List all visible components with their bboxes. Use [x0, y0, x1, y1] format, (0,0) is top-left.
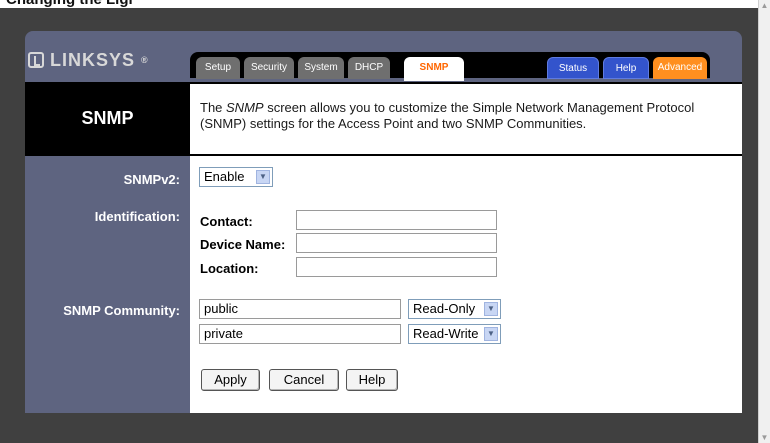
- page-top-strip: Changing the Ligi: [0, 0, 759, 8]
- description-after: screen allows you to customize the Simpl…: [200, 100, 695, 131]
- device-name-field[interactable]: [296, 233, 497, 253]
- location-label: Location:: [200, 261, 259, 276]
- scroll-down-icon[interactable]: ▼: [759, 432, 770, 443]
- cancel-button[interactable]: Cancel: [269, 369, 339, 391]
- tab-advanced[interactable]: Advanced: [653, 57, 707, 79]
- community-private-input[interactable]: private: [199, 324, 401, 344]
- label-column: [25, 154, 190, 413]
- tab-status[interactable]: Status: [547, 57, 599, 79]
- snmp-community-label: SNMP Community:: [63, 303, 180, 318]
- tab-snmp[interactable]: SNMP: [404, 57, 464, 81]
- tab-dhcp[interactable]: DHCP: [348, 57, 390, 79]
- apply-button[interactable]: Apply: [201, 369, 260, 391]
- page-title: SNMP: [81, 107, 134, 128]
- logo-text: LINKSYS: [50, 49, 136, 70]
- linksys-logo-icon: [28, 52, 44, 68]
- vertical-scrollbar[interactable]: ▲ ▼: [758, 0, 770, 443]
- community-public-input[interactable]: public: [199, 299, 401, 319]
- snmpv2-label: SNMPv2:: [123, 172, 180, 187]
- device-name-label: Device Name:: [200, 237, 286, 252]
- tab-security[interactable]: Security: [244, 57, 294, 79]
- tab-help[interactable]: Help: [603, 57, 649, 79]
- contact-label: Contact:: [200, 214, 253, 229]
- tab-system[interactable]: System: [298, 57, 344, 79]
- community-private-access-select[interactable]: Read-Write ▼: [408, 324, 501, 344]
- snmpv2-select[interactable]: Enable ▼: [199, 167, 273, 187]
- identification-label: Identification:: [94, 209, 180, 224]
- chevron-down-icon[interactable]: ▼: [484, 302, 498, 316]
- snmpv2-value: Enable: [204, 169, 245, 184]
- contact-field[interactable]: [296, 210, 497, 230]
- linksys-logo: LINKSYS ®: [28, 50, 178, 70]
- community-public-access-select[interactable]: Read-Only ▼: [408, 299, 501, 319]
- description-emphasis: SNMP: [226, 100, 264, 115]
- page-title-panel: SNMP: [25, 82, 190, 154]
- page-description: The SNMP screen allows you to customize …: [190, 82, 742, 154]
- description-before: The: [200, 100, 227, 115]
- community-private-access-value: Read-Write: [413, 326, 479, 341]
- location-field[interactable]: [296, 257, 497, 277]
- chevron-down-icon[interactable]: ▼: [484, 327, 498, 341]
- community-public-access-value: Read-Only: [413, 301, 476, 316]
- chevron-down-icon[interactable]: ▼: [256, 170, 270, 184]
- logo-registered-mark: ®: [141, 55, 149, 65]
- page-heading-fragment: Changing the Ligi: [6, 0, 133, 8]
- scroll-up-icon[interactable]: ▲: [759, 0, 770, 11]
- tab-setup[interactable]: Setup: [196, 57, 240, 79]
- help-button[interactable]: Help: [346, 369, 398, 391]
